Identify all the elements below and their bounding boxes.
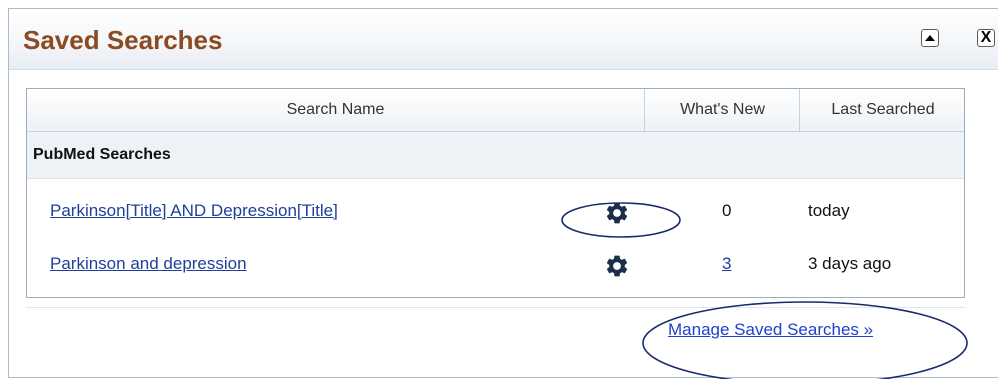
- table-header-row: Search Name What's New Last Searched: [27, 89, 964, 132]
- column-header-last-searched: Last Searched: [799, 89, 966, 131]
- triangle-up-icon: [925, 35, 935, 41]
- whats-new-count: 0: [722, 201, 732, 220]
- group-row: PubMed Searches: [27, 132, 964, 179]
- gear-icon[interactable]: [604, 200, 630, 226]
- saved-search-link[interactable]: Parkinson[Title] AND Depression[Title]: [50, 201, 338, 221]
- last-searched-value: today: [808, 201, 850, 220]
- collapse-button[interactable]: [921, 29, 939, 47]
- gear-icon[interactable]: [604, 253, 630, 279]
- manage-saved-searches-link[interactable]: Manage Saved Searches »: [668, 320, 873, 340]
- close-button[interactable]: X: [977, 29, 995, 47]
- saved-search-link[interactable]: Parkinson and depression: [50, 254, 247, 274]
- panel-header: Saved Searches X: [9, 9, 998, 70]
- table-row: Parkinson[Title] AND Depression[Title] 0…: [27, 189, 964, 241]
- panel-title: Saved Searches: [23, 25, 223, 55]
- column-header-search-name: Search Name: [286, 101, 385, 118]
- column-header-whats-new: What's New: [644, 89, 800, 131]
- table-row: Parkinson and depression 3 3 days ago: [27, 242, 964, 294]
- whats-new-link[interactable]: 3: [722, 254, 731, 274]
- saved-searches-table: Search Name What's New Last Searched Pub…: [26, 88, 965, 298]
- last-searched-value: 3 days ago: [808, 254, 892, 273]
- group-label: PubMed Searches: [33, 146, 171, 163]
- footer-divider: [26, 307, 965, 308]
